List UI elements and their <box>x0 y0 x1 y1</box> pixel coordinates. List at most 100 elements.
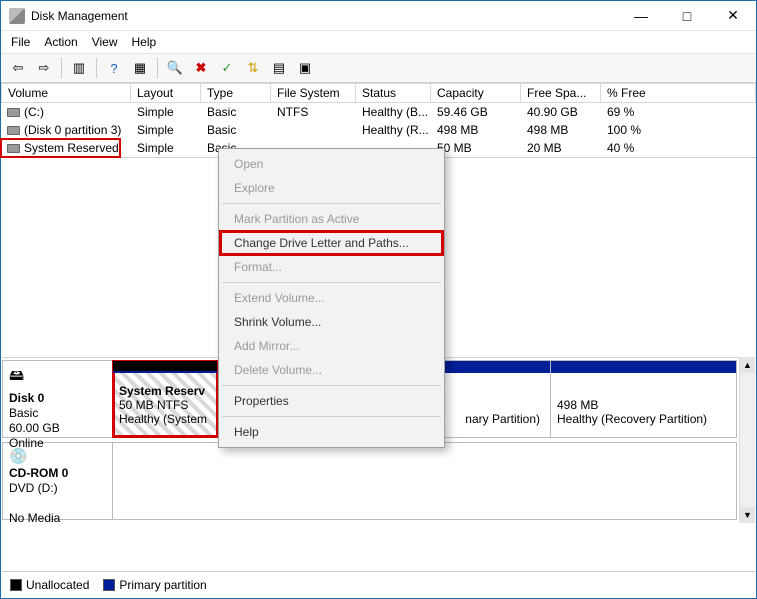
rescan-button[interactable]: ⇅ <box>242 57 264 79</box>
disk-kind: Basic <box>9 406 106 420</box>
settings-button[interactable]: ▦ <box>129 57 151 79</box>
partition-status: Healthy (Recovery Partition) <box>557 412 707 426</box>
volume-name: (C:) <box>24 105 44 119</box>
partition-empty[interactable] <box>113 443 736 519</box>
disk-size: 60.00 GB <box>9 421 106 435</box>
delete-button[interactable]: ✖ <box>190 57 212 79</box>
disk-title: Disk 0 <box>9 391 106 405</box>
scroll-down-button[interactable]: ▼ <box>740 507 755 523</box>
ctx-format[interactable]: Format... <box>220 255 443 279</box>
check-button[interactable]: ✓ <box>216 57 238 79</box>
disk-icon: 🖴 <box>9 365 106 390</box>
back-button[interactable]: ⇦ <box>7 57 29 79</box>
disk-state: No Media <box>9 511 106 525</box>
ctx-explore[interactable]: Explore <box>220 176 443 200</box>
refresh-button[interactable]: 🔍 <box>164 57 186 79</box>
partition-size: 50 MB NTFS <box>119 398 188 412</box>
legend-unallocated: Unallocated <box>10 578 89 592</box>
maximize-button[interactable]: □ <box>664 1 710 31</box>
volume-pct: 100 % <box>601 121 756 139</box>
partition-size: 498 MB <box>557 398 598 412</box>
partition-header <box>551 361 736 373</box>
volume-list-header: Volume Layout Type File System Status Ca… <box>1 83 756 103</box>
volume-status: Healthy (R... <box>356 121 431 139</box>
volume-capacity: 498 MB <box>431 121 521 139</box>
menu-view[interactable]: View <box>92 35 118 49</box>
help-button[interactable]: ? <box>103 57 125 79</box>
volume-name: (Disk 0 partition 3) <box>24 123 121 137</box>
forward-button[interactable]: ⇨ <box>33 57 55 79</box>
volume-pct: 40 % <box>601 139 756 157</box>
partition-strip <box>113 443 736 519</box>
ctx-properties[interactable]: Properties <box>220 389 443 413</box>
partition-system-reserved[interactable]: System Reserv 50 MB NTFS Healthy (System <box>113 361 218 437</box>
partition-recovery[interactable]: 498 MB Healthy (Recovery Partition) <box>551 361 736 437</box>
volume-row[interactable]: (Disk 0 partition 3) Simple Basic Health… <box>1 121 756 139</box>
scroll-up-button[interactable]: ▲ <box>740 357 755 373</box>
col-layout[interactable]: Layout <box>131 83 201 103</box>
properties-button[interactable]: ▤ <box>268 57 290 79</box>
toolbar-separator <box>96 58 97 78</box>
ctx-separator <box>222 203 441 204</box>
legend: Unallocated Primary partition <box>2 571 755 597</box>
ctx-add-mirror[interactable]: Add Mirror... <box>220 334 443 358</box>
col-free[interactable]: Free Spa... <box>521 83 601 103</box>
volume-list: Volume Layout Type File System Status Ca… <box>1 83 756 158</box>
col-type[interactable]: Type <box>201 83 271 103</box>
volume-layout: Simple <box>131 121 201 139</box>
minimize-button[interactable]: ― <box>618 1 664 31</box>
ctx-delete-volume[interactable]: Delete Volume... <box>220 358 443 382</box>
menu-file[interactable]: File <box>11 35 30 49</box>
volume-free: 40.90 GB <box>521 103 601 121</box>
col-status[interactable]: Status <box>356 83 431 103</box>
swatch-unallocated <box>10 579 22 591</box>
close-button[interactable]: ✕ <box>710 1 756 31</box>
volume-type: Basic <box>201 103 271 121</box>
volume-icon <box>7 144 20 153</box>
disk-management-icon <box>9 8 25 24</box>
swatch-primary <box>103 579 115 591</box>
col-filesystem[interactable]: File System <box>271 83 356 103</box>
toolbar: ⇦ ⇨ ▥ ? ▦ 🔍 ✖ ✓ ⇅ ▤ ▣ <box>1 54 756 83</box>
volume-free: 20 MB <box>521 139 601 157</box>
show-hide-tree-button[interactable]: ▥ <box>68 57 90 79</box>
disk-map-scrollbar[interactable]: ▲ ▼ <box>739 357 755 523</box>
list-button[interactable]: ▣ <box>294 57 316 79</box>
ctx-mark-active[interactable]: Mark Partition as Active <box>220 207 443 231</box>
toolbar-separator <box>157 58 158 78</box>
disk-title: CD-ROM 0 <box>9 466 106 480</box>
ctx-open[interactable]: Open <box>220 152 443 176</box>
partition-status: Healthy (System <box>119 412 207 426</box>
context-menu: Open Explore Mark Partition as Active Ch… <box>218 148 445 448</box>
partition-status: nary Partition) <box>465 412 540 426</box>
menu-help[interactable]: Help <box>132 35 157 49</box>
ctx-change-drive-letter[interactable]: Change Drive Letter and Paths... <box>220 231 443 255</box>
toolbar-separator <box>61 58 62 78</box>
volume-row[interactable]: (C:) Simple Basic NTFS Healthy (B... 59.… <box>1 103 756 121</box>
volume-fs: NTFS <box>271 103 356 121</box>
volume-name: System Reserved <box>24 141 119 155</box>
window-title: Disk Management <box>31 9 128 23</box>
col-volume[interactable]: Volume <box>1 83 131 103</box>
volume-layout: Simple <box>131 139 201 157</box>
volume-type: Basic <box>201 121 271 139</box>
volume-pct: 69 % <box>601 103 756 121</box>
col-pctfree[interactable]: % Free <box>601 83 756 103</box>
col-capacity[interactable]: Capacity <box>431 83 521 103</box>
ctx-shrink-volume[interactable]: Shrink Volume... <box>220 310 443 334</box>
ctx-help[interactable]: Help <box>220 420 443 444</box>
menubar: File Action View Help <box>1 31 756 54</box>
volume-free: 498 MB <box>521 121 601 139</box>
ctx-extend-volume[interactable]: Extend Volume... <box>220 286 443 310</box>
volume-layout: Simple <box>131 103 201 121</box>
ctx-separator <box>222 416 441 417</box>
volume-icon <box>7 126 20 135</box>
menu-action[interactable]: Action <box>44 35 77 49</box>
disk-info[interactable]: 💿 CD-ROM 0 DVD (D:) No Media <box>3 443 113 519</box>
disk-row: 💿 CD-ROM 0 DVD (D:) No Media <box>2 442 737 520</box>
partition-title: System Reserv <box>119 384 205 398</box>
disk-info[interactable]: 🖴 Disk 0 Basic 60.00 GB Online <box>3 361 113 437</box>
cdrom-icon: 💿 <box>9 447 106 465</box>
volume-capacity: 59.46 GB <box>431 103 521 121</box>
volume-fs <box>271 121 356 139</box>
